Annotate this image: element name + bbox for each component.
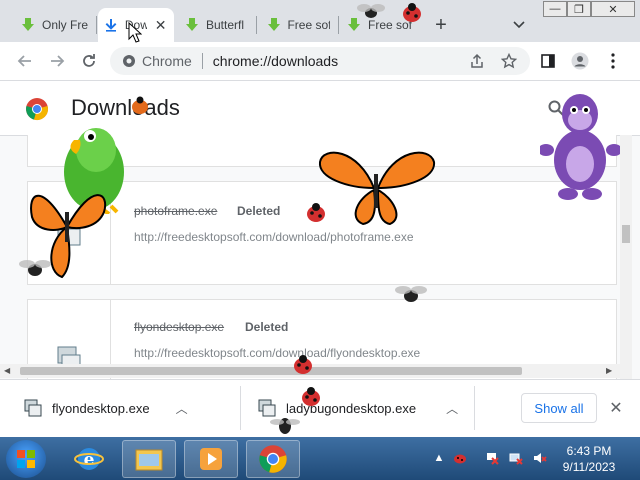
shelf-separator bbox=[474, 386, 475, 430]
browser-toolbar: Chrome chrome://downloads bbox=[0, 42, 640, 81]
chevron-down-icon bbox=[513, 21, 525, 29]
new-tab-button[interactable]: + bbox=[430, 14, 452, 36]
volume-tray-icon[interactable] bbox=[531, 449, 549, 467]
download-icon bbox=[104, 17, 119, 33]
tab-close-icon[interactable]: ✕ bbox=[153, 17, 168, 33]
chevron-up-icon[interactable]: ︿ bbox=[176, 400, 188, 417]
minimize-button[interactable]: — bbox=[543, 1, 567, 17]
butterfly-overlay bbox=[318, 151, 436, 226]
side-panel-icon bbox=[541, 54, 555, 68]
download-url[interactable]: http://freedesktopsoft.com/download/phot… bbox=[134, 230, 414, 244]
close-shelf-icon[interactable]: ✕ bbox=[606, 398, 626, 418]
ladybug-tray-icon[interactable] bbox=[451, 449, 469, 467]
windows-logo-icon bbox=[17, 450, 35, 468]
start-button[interactable] bbox=[6, 440, 46, 478]
show-all-button[interactable]: Show all bbox=[521, 393, 597, 423]
shelf-download-item[interactable]: flyondesktop.exe ︿ bbox=[24, 390, 188, 426]
ladybug-overlay bbox=[132, 96, 148, 114]
taskbar-chrome[interactable] bbox=[246, 440, 300, 478]
tray-expand-icon[interactable]: ▲ bbox=[430, 449, 448, 467]
forward-arrow-icon bbox=[51, 55, 65, 67]
avatar-icon bbox=[571, 52, 589, 70]
tab-search-button[interactable] bbox=[510, 16, 528, 34]
tab-separator bbox=[256, 16, 257, 34]
site-info-chip[interactable]: Chrome bbox=[110, 53, 192, 69]
fly-overlay bbox=[19, 260, 51, 276]
tab-butterfly[interactable]: Butterfl bbox=[178, 8, 254, 42]
star-icon bbox=[501, 53, 517, 69]
back-button[interactable] bbox=[14, 50, 36, 72]
download-url[interactable]: http://freedesktopsoft.com/download/flyo… bbox=[134, 346, 420, 360]
profile-button[interactable] bbox=[569, 50, 591, 72]
purple-gorilla-overlay bbox=[540, 94, 620, 200]
scrollbar-thumb[interactable] bbox=[622, 225, 630, 243]
tab-title: Free sof bbox=[287, 18, 330, 32]
kebab-menu-icon bbox=[611, 53, 615, 69]
shelf-item-name: flyondesktop.exe bbox=[52, 400, 150, 416]
download-arrow-icon bbox=[184, 17, 200, 33]
taskbar-media-player[interactable] bbox=[184, 440, 238, 478]
clock-date: 9/11/2023 bbox=[562, 460, 616, 474]
share-button[interactable] bbox=[466, 50, 488, 72]
tab-only-free[interactable]: Only Fre bbox=[14, 8, 94, 42]
ladybug-overlay bbox=[302, 387, 320, 406]
bookmark-button[interactable] bbox=[498, 50, 520, 72]
scroll-left-icon[interactable]: ◀ bbox=[4, 366, 10, 375]
media-player-icon bbox=[200, 448, 222, 470]
clock-time: 6:43 PM bbox=[566, 444, 612, 458]
menu-button[interactable] bbox=[602, 50, 624, 72]
reload-icon bbox=[83, 54, 95, 67]
taskbar-explorer[interactable] bbox=[122, 440, 176, 478]
ladybug-overlay bbox=[294, 355, 312, 374]
back-arrow-icon bbox=[17, 55, 31, 67]
tab-separator bbox=[338, 16, 339, 34]
scroll-right-icon[interactable]: ▶ bbox=[606, 366, 612, 375]
download-arrow-icon bbox=[20, 17, 36, 33]
chrome-logo-icon bbox=[26, 98, 48, 120]
svg-text:e: e bbox=[84, 450, 95, 470]
tab-free-soft-1[interactable]: Free sof bbox=[260, 8, 336, 42]
tab-title: Only Fre bbox=[42, 18, 88, 32]
close-window-button[interactable]: ✕ bbox=[591, 1, 635, 17]
maximize-button[interactable]: ❐ bbox=[567, 1, 591, 17]
taskbar-clock[interactable]: 6:43 PM 9/11/2023 bbox=[556, 443, 622, 475]
share-icon bbox=[471, 53, 483, 68]
fly-overlay bbox=[270, 418, 300, 434]
chrome-logo-icon bbox=[123, 55, 135, 67]
tab-strip: Only Fre Dow ✕ Butterfl Free sof Free so… bbox=[0, 0, 640, 42]
network-tray-icon[interactable] bbox=[507, 449, 525, 467]
omnibox-divider bbox=[201, 53, 203, 69]
taskbar-ie[interactable]: e bbox=[62, 440, 116, 478]
chrome-logo-icon bbox=[259, 445, 287, 473]
tab-separator bbox=[96, 16, 97, 34]
internet-explorer-icon: e bbox=[74, 448, 104, 470]
reload-button[interactable] bbox=[78, 50, 100, 72]
mouse-cursor-icon bbox=[128, 22, 142, 43]
tab-title: Butterfl bbox=[206, 18, 245, 32]
chevron-up-icon[interactable]: ︿ bbox=[446, 400, 458, 417]
download-filename[interactable]: flyondesktop.exe bbox=[134, 320, 224, 334]
vertical-scrollbar[interactable] bbox=[620, 135, 632, 379]
windows-taskbar: e ▲ 6:43 PM 9/11/2023 bbox=[0, 437, 640, 480]
fly-overlay bbox=[357, 4, 385, 18]
download-status: Deleted bbox=[237, 204, 281, 218]
exe-file-icon bbox=[24, 399, 42, 417]
flag-tray-icon[interactable] bbox=[483, 449, 501, 467]
folder-icon bbox=[135, 449, 163, 471]
download-filename[interactable]: photoframe.exe bbox=[134, 204, 217, 218]
omnibox-url[interactable]: chrome://downloads bbox=[213, 53, 338, 69]
ladybug-overlay bbox=[307, 203, 325, 222]
forward-button[interactable] bbox=[46, 50, 68, 72]
fly-overlay bbox=[395, 286, 427, 302]
omnibox-chip-label: Chrome bbox=[142, 53, 192, 69]
ladybug-overlay bbox=[403, 3, 421, 22]
download-status: Deleted bbox=[245, 320, 289, 334]
scrollbar-thumb[interactable] bbox=[20, 367, 522, 375]
download-arrow-icon bbox=[266, 17, 281, 33]
side-panel-button[interactable] bbox=[537, 50, 559, 72]
shelf-separator bbox=[240, 386, 241, 430]
